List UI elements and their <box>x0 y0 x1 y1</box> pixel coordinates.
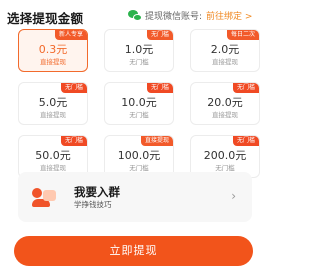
option-amount: 200.0元 <box>203 149 247 162</box>
option-subtitle: 直接提现 <box>40 164 66 172</box>
join-group-title: 我要入群 <box>74 184 120 199</box>
group-chat-icon <box>32 186 58 208</box>
option-badge: 直接提现 <box>140 136 173 146</box>
withdraw-now-button[interactable]: 立即提现 <box>14 236 253 266</box>
wechat-icon <box>128 9 142 22</box>
option-badge: 无门槛 <box>146 83 173 93</box>
option-subtitle: 直接提现 <box>40 58 66 66</box>
amount-option-card[interactable]: 无门槛 20.0元 直接提现 <box>190 82 260 125</box>
option-badge: 无门槛 <box>232 136 259 146</box>
option-badge: 无门槛 <box>232 83 259 93</box>
option-amount: 10.0元 <box>121 96 157 109</box>
bind-wechat-link[interactable]: 前往绑定 > <box>206 9 252 22</box>
join-group-banner[interactable]: 我要入群 学挣钱技巧 › <box>18 172 252 222</box>
option-amount: 100.0元 <box>117 149 161 162</box>
wechat-account-row: 提现微信账号: 前往绑定 > <box>128 9 252 22</box>
option-subtitle: 直接提现 <box>212 58 238 66</box>
amount-option-card[interactable]: 每日二次 2.0元 直接提现 <box>190 29 260 72</box>
option-subtitle: 无门槛 <box>129 58 149 66</box>
amount-option-card[interactable]: 无门槛 1.0元 无门槛 <box>104 29 174 72</box>
option-subtitle: 直接提现 <box>212 111 238 119</box>
amount-options-grid: 新人专享 0.3元 直接提现 无门槛 1.0元 无门槛 每日二次 2.0元 直接… <box>18 29 260 188</box>
option-badge: 新人专享 <box>54 30 87 40</box>
option-amount: 5.0元 <box>38 96 68 109</box>
amount-option-card[interactable]: 无门槛 5.0元 直接提现 <box>18 82 88 125</box>
option-badge: 无门槛 <box>146 30 173 40</box>
option-subtitle: 无门槛 <box>129 164 149 172</box>
option-subtitle: 无门槛 <box>129 111 149 119</box>
amount-option-card[interactable]: 无门槛 10.0元 无门槛 <box>104 82 174 125</box>
option-amount: 0.3元 <box>38 43 68 56</box>
option-amount: 50.0元 <box>35 149 71 162</box>
option-amount: 2.0元 <box>210 43 240 56</box>
chevron-right-icon: › <box>231 189 236 203</box>
option-badge: 无门槛 <box>60 83 87 93</box>
option-badge: 每日二次 <box>226 30 259 40</box>
option-badge: 无门槛 <box>60 136 87 146</box>
option-subtitle: 直接提现 <box>40 111 66 119</box>
option-amount: 20.0元 <box>207 96 243 109</box>
option-subtitle: 无门槛 <box>215 164 235 172</box>
amount-option-card[interactable]: 新人专享 0.3元 直接提现 <box>18 29 88 72</box>
join-group-subtitle: 学挣钱技巧 <box>74 199 112 209</box>
wechat-account-label: 提现微信账号: <box>145 12 203 22</box>
option-amount: 1.0元 <box>124 43 154 56</box>
page-title: 选择提现金额 <box>7 11 84 26</box>
